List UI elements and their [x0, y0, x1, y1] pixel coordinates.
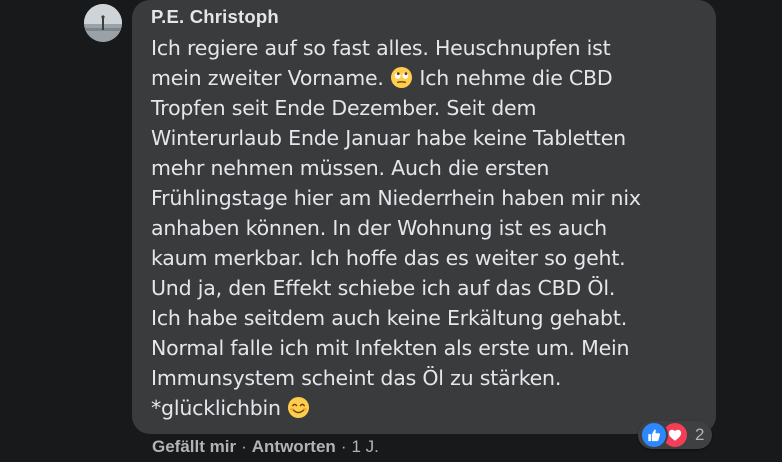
separator: · [241, 437, 247, 456]
eye-roll-emoji [391, 66, 413, 89]
like-icon [640, 421, 668, 449]
reactions-summary[interactable]: 2 [638, 421, 713, 449]
comment-timestamp[interactable]: 1 J. [351, 437, 378, 456]
comment-text-line: *glücklichbin [151, 396, 281, 420]
comment-text-body: Tropfen seit Ende Dezember. Seit dem Win… [151, 96, 641, 390]
comment-author[interactable]: P.E. Christoph [151, 6, 698, 28]
comment-text: Ich regiere auf so fast alles. Heuschnup… [151, 33, 698, 423]
reaction-count: 2 [695, 425, 705, 444]
comment-text-line: mein zweiter Vorname. [151, 66, 384, 90]
separator: · [340, 437, 347, 456]
smiling-emoji [288, 396, 310, 419]
reply-link[interactable]: Antworten [252, 437, 336, 456]
comment-actions: Gefällt mir · Antworten · 1 J. [152, 436, 379, 458]
comment-text-line: Ich regiere auf so fast alles. Heuschnup… [151, 36, 611, 60]
avatar[interactable] [84, 4, 122, 42]
like-link[interactable]: Gefällt mir [152, 437, 236, 456]
comment-text-line: Ich nehme die CBD [413, 66, 613, 90]
avatar-photo [84, 4, 122, 42]
comment-bubble: P.E. Christoph Ich regiere auf so fast a… [132, 0, 716, 434]
